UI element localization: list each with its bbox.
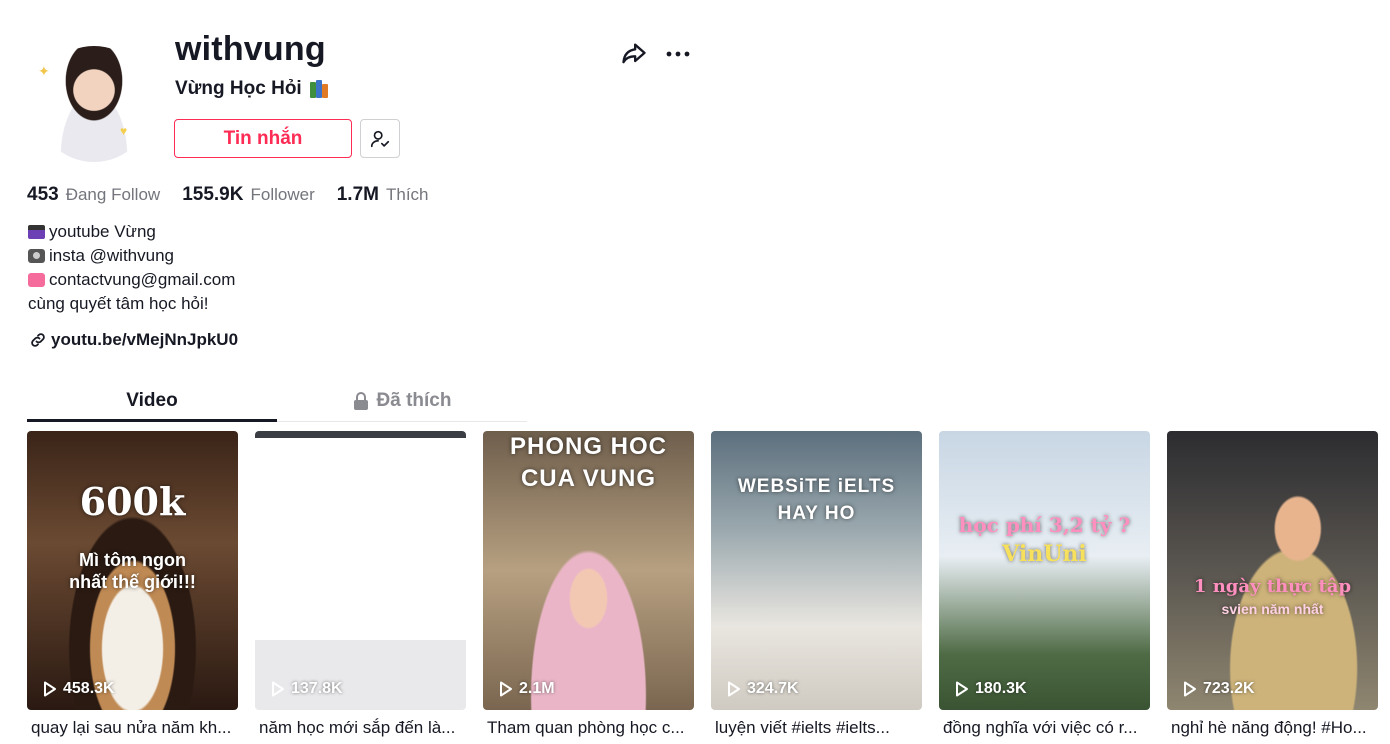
view-count-text: 723.2K [1203,680,1255,697]
view-count-text: 137.8K [291,680,343,697]
bio-insta: insta @withvung [49,246,174,265]
sparkle-icon: ✦ [38,63,50,79]
nickname-text: Vừng Học Hỏi [175,78,302,99]
link-icon [31,333,45,347]
bio-line: insta @withvung [28,244,235,268]
view-count-text: 180.3K [975,680,1027,697]
play-icon [1184,681,1196,697]
profile-link-text: youtu.be/vMejNnJpkU0 [51,330,239,349]
message-button[interactable]: Tin nhắn [174,119,352,158]
video-caption[interactable]: luyện viết #ielts #ielts... [711,718,922,738]
view-count: 458.3K [43,680,115,698]
view-count: 723.2K [1183,680,1255,698]
tab-video[interactable]: Video [27,380,277,422]
bio-tagline: cùng quyết tâm học hỏi! [28,294,209,313]
avatar[interactable] [36,46,152,162]
video-caption[interactable]: đồng nghĩa với việc có r... [939,718,1150,738]
video-grid: 600k Mì tôm ngon nhất thế giới!!! 458.3K… [27,431,1378,738]
video-card[interactable]: PHONG HOC CUA VUNG 2.1M Tham quan phòng … [483,431,694,738]
bio-line: cùng quyết tâm học hỏi! [28,292,235,316]
video-caption[interactable]: năm học mới sắp đến là... [255,718,466,738]
user-check-icon [370,130,390,147]
video-card[interactable]: học phí 3,2 tỷ ? VinUni 180.3K đồng nghĩ… [939,431,1150,738]
stat-following[interactable]: 453 Đang Follow [27,184,160,206]
stat-followers-count: 155.9K [182,184,244,205]
stat-followers[interactable]: 155.9K Follower [182,184,315,206]
video-overlay-subtitle: svien năm nhất [1221,601,1324,617]
share-icon[interactable] [620,40,648,68]
video-caption[interactable]: Tham quan phòng học c... [483,718,694,738]
more-options-icon[interactable] [664,40,692,68]
profile-link[interactable]: youtu.be/vMejNnJpkU0 [29,330,238,350]
video-thumbnail[interactable]: PHONG HOC CUA VUNG 2.1M [483,431,694,710]
play-icon [500,681,512,697]
profile-stats: 453 Đang Follow 155.9K Follower 1.7M Thí… [27,184,429,206]
bio-email: contactvung@gmail.com [49,270,236,289]
heart-icon: ♥ [120,124,128,138]
video-thumbnail[interactable]: 1 ngày thực tập svien năm nhất 723.2K [1167,431,1378,710]
stat-likes: 1.7M Thích [337,184,429,206]
video-card[interactable]: 1 ngày thực tập svien năm nhất 723.2K ng… [1167,431,1378,738]
play-icon [956,681,968,697]
video-overlay-subtitle: VinUni [1002,541,1087,567]
bio-line: contactvung@gmail.com [28,268,235,292]
username: withvung [175,30,326,68]
video-card[interactable]: 137.8K năm học mới sắp đến là... [255,431,466,738]
stat-likes-label: Thích [385,185,429,204]
tab-liked-label: Đã thích [376,390,452,411]
view-count-text: 458.3K [63,680,115,697]
view-count-text: 2.1M [519,680,555,697]
video-thumbnail[interactable]: học phí 3,2 tỷ ? VinUni 180.3K [939,431,1150,710]
video-card[interactable]: 600k Mì tôm ngon nhất thế giới!!! 458.3K… [27,431,238,738]
tab-liked[interactable]: Đã thích [277,380,527,422]
video-overlay-title: 600k [79,479,186,524]
stat-followers-label: Follower [250,185,315,204]
video-caption[interactable]: quay lại sau nửa năm kh... [27,718,238,738]
video-overlay-subtitle: Mì tôm ngon nhất thế giới!!! [69,550,196,592]
video-caption[interactable]: nghỉ hè năng động! #Ho... [1167,718,1378,738]
profile-tabs: Video Đã thích [27,380,527,422]
view-count: 324.7K [727,680,799,698]
stat-following-count: 453 [27,184,59,205]
view-count: 2.1M [499,680,555,698]
view-count-text: 324.7K [747,680,799,697]
camera-icon [28,249,45,263]
view-count: 180.3K [955,680,1027,698]
video-thumbnail[interactable]: 137.8K [255,431,466,710]
clapper-icon [28,225,45,239]
books-icon [309,80,330,98]
video-overlay-title: học phí 3,2 tỷ ? [958,513,1131,537]
video-thumbnail[interactable]: 600k Mì tôm ngon nhất thế giới!!! 458.3K [27,431,238,710]
play-icon [44,681,56,697]
stat-following-label: Đang Follow [65,185,161,204]
play-icon [272,681,284,697]
video-overlay-title: 1 ngày thực tập [1193,576,1352,597]
video-overlay-title: PHONG HOC CUA VUNG [509,433,667,492]
video-thumbnail[interactable]: WEBSiTE iELTS HAY HO 324.7K [711,431,922,710]
stat-likes-count: 1.7M [336,184,379,205]
follow-status-button[interactable] [360,119,400,158]
tab-video-label: Video [126,390,178,411]
bio-youtube: youtube Vừng [49,222,156,241]
lock-icon [353,392,368,410]
bio-line: youtube Vừng [28,220,235,244]
bio: youtube Vừng insta @withvung contactvung… [28,220,235,316]
tab-active-indicator [27,419,277,422]
video-card[interactable]: WEBSiTE iELTS HAY HO 324.7K luyện viết #… [711,431,922,738]
video-overlay-title: WEBSiTE iELTS HAY HO [737,476,896,524]
nickname: Vừng Học Hỏi [175,78,330,100]
view-count: 137.8K [271,680,343,698]
play-icon [728,681,740,697]
love-letter-icon [28,273,45,287]
